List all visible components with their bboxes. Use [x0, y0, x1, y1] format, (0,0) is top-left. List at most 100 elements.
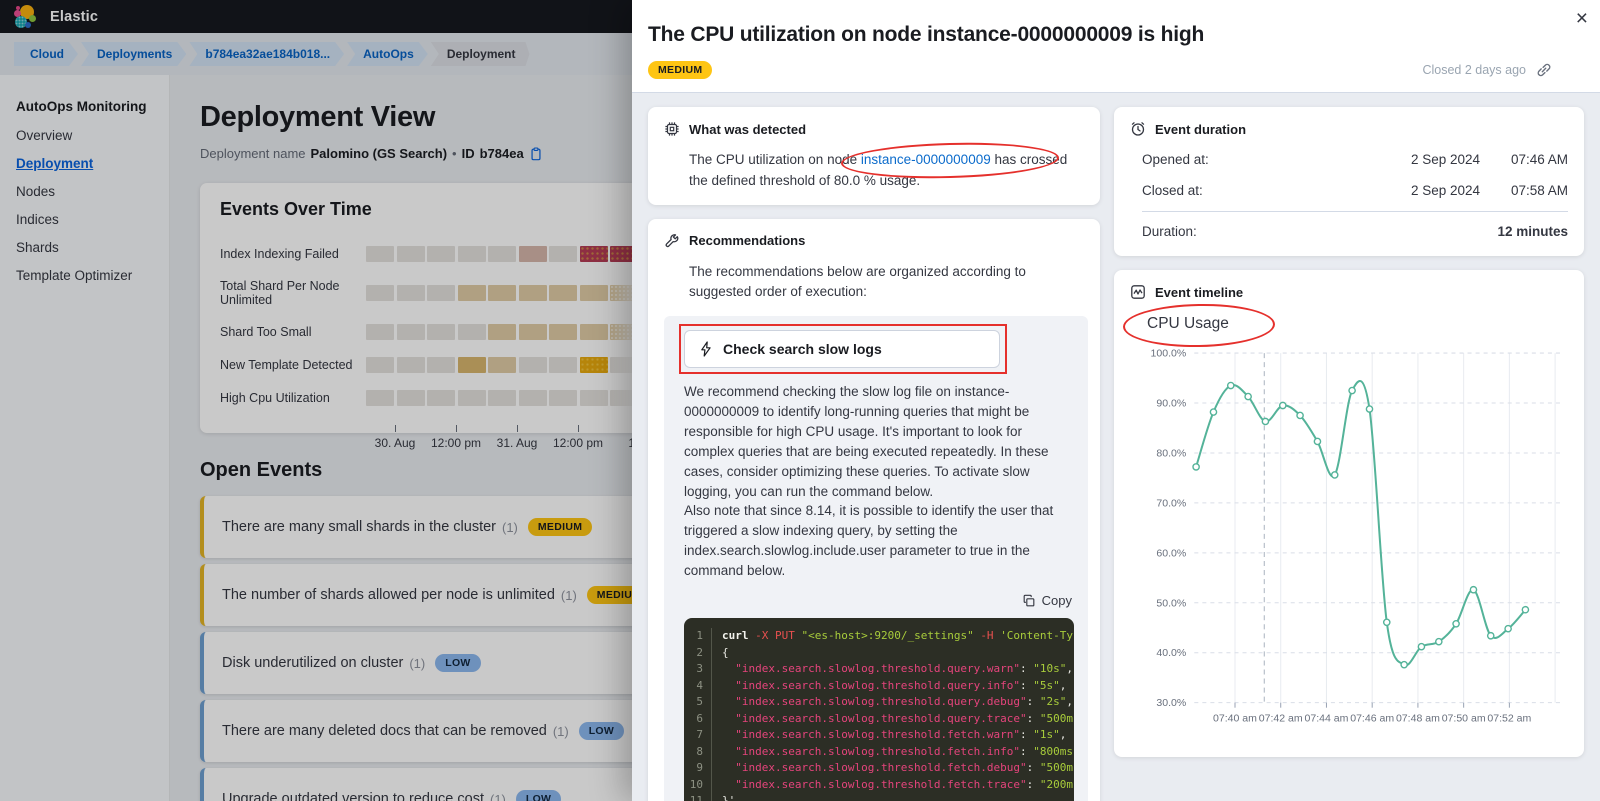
- flyout-header: The CPU utilization on node instance-000…: [632, 0, 1600, 93]
- clock-icon: [1130, 121, 1146, 137]
- code-token: ,: [1060, 679, 1067, 692]
- code-token: -H: [980, 629, 1000, 642]
- code-line-number: 3: [684, 661, 712, 678]
- severity-badge: MEDIUM: [648, 61, 712, 79]
- code-line-number: 5: [684, 694, 712, 711]
- flyout-backdrop-overlay[interactable]: [0, 0, 632, 801]
- code-line-text: "index.search.slowlog.threshold.fetch.in…: [712, 744, 1074, 761]
- code-token: ,: [1060, 728, 1067, 741]
- share-link-icon[interactable]: [1536, 62, 1552, 78]
- code-line-number: 6: [684, 711, 712, 728]
- code-token: :: [1020, 679, 1033, 692]
- event-detail-flyout: × The CPU utilization on node instance-0…: [632, 0, 1600, 801]
- code-line: 5 "index.search.slowlog.threshold.query.…: [684, 694, 1074, 711]
- detected-heading: What was detected: [689, 122, 806, 137]
- code-token: :: [1027, 761, 1040, 774]
- code-line: 7 "index.search.slowlog.threshold.fetch.…: [684, 727, 1074, 744]
- code-token: :: [1020, 728, 1033, 741]
- flyout-title: The CPU utilization on node instance-000…: [648, 20, 1208, 49]
- code-line-text: "index.search.slowlog.threshold.query.de…: [712, 694, 1073, 711]
- duration-total-row: Duration:12 minutes: [1142, 222, 1568, 242]
- code-token: "2s": [1040, 695, 1067, 708]
- duration-row-date: 2 Sep 2024: [1380, 181, 1480, 201]
- code-line-text: {: [712, 645, 729, 662]
- timeline-chart-icon: [1130, 284, 1146, 300]
- code-block[interactable]: 1curl -X PUT "<es-host>:9200/_settings" …: [684, 618, 1074, 801]
- svg-text:40.0%: 40.0%: [1156, 647, 1186, 659]
- code-token: "5s": [1033, 679, 1060, 692]
- code-token: :: [1020, 662, 1033, 675]
- code-line: 10 "index.search.slowlog.threshold.fetch…: [684, 777, 1074, 794]
- code-token: "500ms": [1040, 761, 1074, 774]
- check-search-slow-logs-button[interactable]: Check search slow logs: [684, 330, 1000, 368]
- code-line-number: 4: [684, 678, 712, 695]
- svg-text:60.0%: 60.0%: [1156, 547, 1186, 559]
- code-line: 1curl -X PUT "<es-host>:9200/_settings" …: [684, 628, 1074, 645]
- instance-link[interactable]: instance-0000000009: [861, 152, 991, 167]
- recommendations-intro: The recommendations below are organized …: [689, 262, 1084, 303]
- code-token: :: [1027, 778, 1040, 791]
- code-line-number: 10: [684, 777, 712, 794]
- code-line-text: curl -X PUT "<es-host>:9200/_settings" -…: [712, 628, 1074, 645]
- code-line-number: 9: [684, 760, 712, 777]
- code-token: "index.search.slowlog.threshold.query.in…: [722, 679, 1020, 692]
- code-token: "10s": [1033, 662, 1066, 675]
- code-token: "index.search.slowlog.threshold.fetch.wa…: [722, 728, 1020, 741]
- duration-row: Opened at:2 Sep 202407:46 AM: [1142, 150, 1568, 170]
- code-line: 2{: [684, 645, 1074, 662]
- code-token: curl: [722, 629, 755, 642]
- what-was-detected-card: What was detected The CPU utilization on…: [648, 107, 1100, 205]
- recommendation-body-2: Also note that since 8.14, it is possibl…: [684, 503, 1053, 578]
- code-token: "index.search.slowlog.threshold.query.de…: [722, 695, 1027, 708]
- duration-row-time: 07:46 AM: [1480, 150, 1568, 170]
- copy-label: Copy: [1042, 591, 1072, 611]
- svg-text:50.0%: 50.0%: [1156, 597, 1186, 609]
- code-line-number: 1: [684, 628, 712, 645]
- svg-text:07:46 am: 07:46 am: [1350, 713, 1394, 725]
- svg-text:07:42 am: 07:42 am: [1259, 713, 1303, 725]
- svg-text:70.0%: 70.0%: [1156, 498, 1186, 510]
- code-token: :: [1020, 745, 1033, 758]
- duration-row-label: Opened at:: [1142, 150, 1380, 170]
- code-token: 'Content-Type:: [1000, 629, 1074, 642]
- code-line: 4 "index.search.slowlog.threshold.query.…: [684, 678, 1074, 695]
- code-line: 8 "index.search.slowlog.threshold.fetch.…: [684, 744, 1074, 761]
- svg-text:07:50 am: 07:50 am: [1442, 713, 1486, 725]
- code-line-text: "index.search.slowlog.threshold.query.in…: [712, 678, 1066, 695]
- duration-row-label: Closed at:: [1142, 181, 1380, 201]
- code-token: :: [1027, 712, 1040, 725]
- code-line-number: 2: [684, 645, 712, 662]
- code-token: -X: [755, 629, 775, 642]
- cpu-usage-chart[interactable]: 100.0%90.0%80.0%70.0%60.0%50.0%40.0%30.0…: [1130, 339, 1568, 743]
- code-token: :: [1027, 695, 1040, 708]
- action-button-label: Check search slow logs: [723, 341, 882, 357]
- code-line: 3 "index.search.slowlog.threshold.query.…: [684, 661, 1074, 678]
- code-line-text: "index.search.slowlog.threshold.query.wa…: [712, 661, 1073, 678]
- code-line-number: 11: [684, 793, 712, 801]
- duration-total-value: 12 minutes: [1197, 222, 1568, 242]
- svg-text:07:40 am: 07:40 am: [1213, 713, 1257, 725]
- cpu-chip-icon: [664, 121, 680, 137]
- copy-icon: [1022, 594, 1036, 608]
- copy-button[interactable]: Copy: [678, 591, 1072, 611]
- code-token: "200ms": [1040, 778, 1074, 791]
- duration-row: Closed at:2 Sep 202407:58 AM: [1142, 181, 1568, 201]
- code-line-text: "index.search.slowlog.threshold.fetch.tr…: [712, 777, 1074, 794]
- code-token: ,: [1066, 662, 1073, 675]
- svg-text:07:52 am: 07:52 am: [1487, 713, 1531, 725]
- code-line-number: 8: [684, 744, 712, 761]
- code-line-text: }': [712, 793, 735, 801]
- code-token: "index.search.slowlog.threshold.fetch.de…: [722, 761, 1027, 774]
- svg-text:100.0%: 100.0%: [1151, 348, 1187, 360]
- code-token: "<es-host>:9200/_settings": [802, 629, 981, 642]
- code-token: "500ms": [1040, 712, 1074, 725]
- svg-text:07:48 am: 07:48 am: [1396, 713, 1440, 725]
- code-line-text: "index.search.slowlog.threshold.fetch.de…: [712, 760, 1074, 777]
- code-line-text: "index.search.slowlog.threshold.fetch.wa…: [712, 727, 1066, 744]
- code-token: PUT: [775, 629, 802, 642]
- duration-rows: Opened at:2 Sep 202407:46 AM Closed at:2 …: [1142, 150, 1568, 242]
- recommendations-heading: Recommendations: [689, 233, 805, 248]
- code-token: "index.search.slowlog.threshold.query.tr…: [722, 712, 1027, 725]
- svg-text:80.0%: 80.0%: [1156, 448, 1186, 460]
- recommendation-body: We recommend checking the slow log file …: [684, 382, 1074, 580]
